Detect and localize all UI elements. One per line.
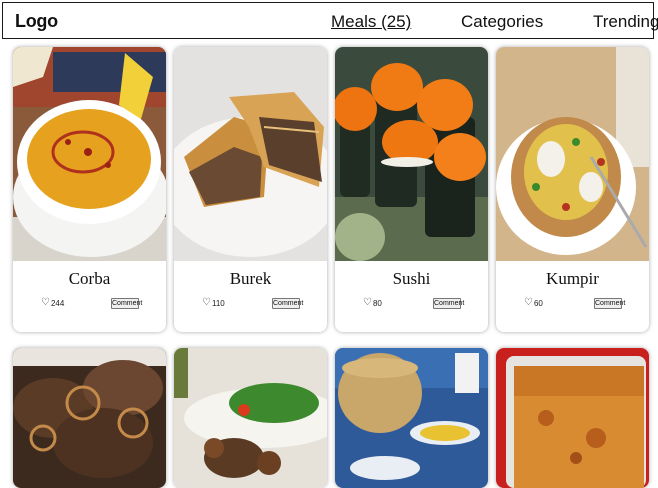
meal-image-burek[interactable] bbox=[174, 47, 327, 261]
navbar: Logo Meals (25) Categories Trending bbox=[2, 2, 658, 39]
nav-link-categories[interactable]: Categories bbox=[461, 12, 543, 32]
like-count[interactable]: ♡ 110 bbox=[202, 298, 225, 308]
like-count-value: 80 bbox=[372, 298, 382, 308]
nav-link-trending[interactable]: Trending bbox=[593, 12, 658, 32]
meal-image-sushi[interactable] bbox=[335, 47, 488, 261]
comment-button[interactable]: Comment bbox=[433, 298, 464, 309]
meal-card-burek[interactable]: Burek ♡ 110 Comment bbox=[174, 47, 327, 332]
heart-icon[interactable]: ♡ bbox=[41, 298, 50, 308]
meal-title: Burek bbox=[229, 269, 272, 288]
meal-image[interactable] bbox=[335, 348, 488, 488]
heart-icon[interactable]: ♡ bbox=[363, 298, 372, 308]
meal-image[interactable] bbox=[13, 348, 166, 488]
meal-image[interactable] bbox=[174, 348, 327, 488]
heart-icon[interactable]: ♡ bbox=[524, 298, 533, 308]
meal-image-kumpir[interactable] bbox=[496, 47, 649, 261]
logo[interactable]: Logo bbox=[15, 11, 58, 32]
meal-card[interactable] bbox=[335, 348, 488, 488]
meal-card[interactable] bbox=[13, 348, 166, 488]
meal-image[interactable] bbox=[496, 348, 649, 488]
meal-image-corba[interactable] bbox=[13, 47, 166, 261]
like-count[interactable]: ♡ 80 bbox=[363, 298, 382, 308]
comment-button[interactable]: Comment bbox=[594, 298, 625, 309]
meal-card-corba[interactable]: Corba ♡ 244 Comment bbox=[13, 47, 166, 332]
meal-card[interactable] bbox=[174, 348, 327, 488]
like-count[interactable]: ♡ 60 bbox=[524, 298, 543, 308]
comment-button[interactable]: Comment bbox=[111, 298, 142, 309]
nav-link-meals[interactable]: Meals (25) bbox=[331, 12, 411, 32]
like-count-value: 110 bbox=[211, 298, 225, 308]
like-count-value: 60 bbox=[533, 298, 543, 308]
heart-icon[interactable]: ♡ bbox=[202, 298, 211, 308]
comment-button[interactable]: Comment bbox=[272, 298, 303, 309]
meal-title: Sushi bbox=[392, 269, 431, 288]
meal-card[interactable] bbox=[496, 348, 649, 488]
like-count-value: 244 bbox=[50, 298, 65, 308]
meal-title: Kumpir bbox=[546, 269, 599, 288]
meal-title: Corba bbox=[68, 269, 111, 288]
meal-card-kumpir[interactable]: Kumpir ♡ 60 Comment bbox=[496, 47, 649, 332]
meal-card-sushi[interactable]: Sushi ♡ 80 Comment bbox=[335, 47, 488, 332]
like-count[interactable]: ♡ 244 bbox=[41, 298, 64, 308]
